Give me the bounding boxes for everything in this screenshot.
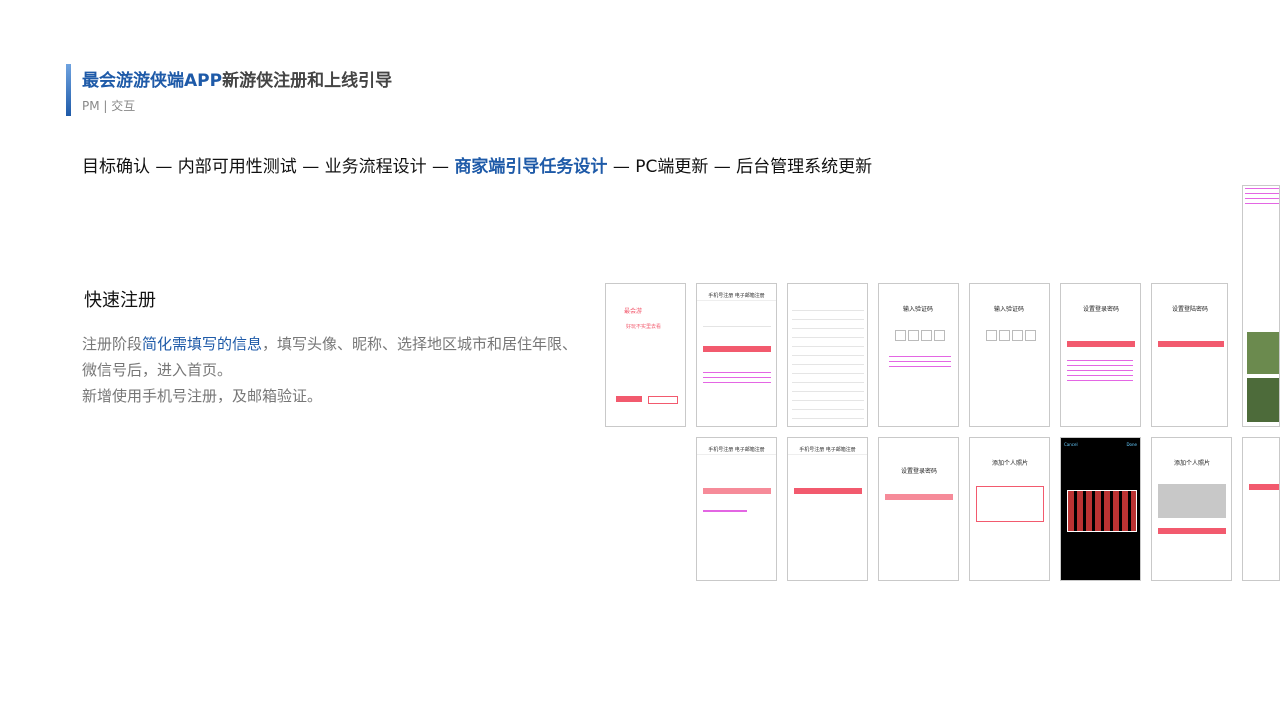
tab-phone[interactable]: 手机号注册 [799, 447, 824, 453]
divider [703, 326, 771, 327]
status-bar [1061, 284, 1140, 291]
nav-tabs: 手机号注册 电子邮箱注册 [697, 291, 776, 301]
crop-area[interactable] [1067, 490, 1137, 532]
setpwd-title: 设置登录密码 [1083, 306, 1120, 313]
screen-partial-right [1242, 185, 1280, 427]
tab-phone[interactable]: 手机号注册 [708, 293, 733, 299]
status-bar [970, 284, 1049, 291]
desc-part-3: 新增使用手机号注册，及邮箱验证。 [82, 387, 323, 405]
screen-email-register: 手机号注册 电子邮箱注册 [696, 437, 777, 581]
avatar-title: 添加个人照片 [992, 460, 1029, 467]
app-slogan: 好玩不实里去看 [626, 324, 662, 330]
screen-set-password-3: 设置登录密码 [878, 437, 959, 581]
section-title: 快速注册 [84, 290, 156, 311]
desc-part-1: 注册阶段 [82, 335, 143, 353]
setpwd-title: 设置登录密码 [901, 468, 938, 475]
tab-email[interactable]: 电子邮箱注册 [735, 293, 765, 299]
desc-highlight: 简化需填写的信息 [142, 335, 263, 353]
status-bar [697, 284, 776, 291]
photo-thumbnail [1247, 378, 1279, 422]
next-button[interactable] [703, 346, 771, 352]
status-bar [879, 284, 958, 291]
screen-set-password-1: 设置登录密码 [1060, 283, 1141, 427]
country-list [792, 302, 864, 422]
next-button[interactable] [885, 494, 953, 500]
status-bar [1152, 284, 1227, 291]
screen-welcome: 最会游 好玩不实里去看 [605, 283, 686, 427]
tab-email[interactable]: 电子邮箱注册 [826, 447, 856, 453]
annotation-note [889, 356, 951, 370]
app-logo: 最会游 [624, 308, 643, 315]
screen-add-photo: 添加个人照片 [969, 437, 1050, 581]
section-description: 注册阶段简化需填写的信息，填写头像、昵称、选择地区城市和居住年限、微信号后，进入… [82, 331, 582, 409]
annotation-note [1245, 188, 1279, 206]
screen-photo-preview: 添加个人照片 [1151, 437, 1232, 581]
page-title: 最会游游侠端APP新游侠注册和上线引导 [82, 66, 392, 91]
add-photo-box[interactable] [976, 486, 1044, 522]
confirm-button[interactable] [1067, 341, 1135, 347]
tab-phone[interactable]: 手机号注册 [708, 447, 733, 453]
done-link[interactable]: Done [1126, 442, 1137, 447]
status-bar [1152, 438, 1231, 445]
photo-thumbnail [1247, 332, 1279, 374]
screen-phone-register: 手机号注册 电子邮箱注册 [696, 283, 777, 427]
title-rest: 新游侠注册和上线引导 [222, 71, 393, 91]
login-button[interactable] [648, 396, 678, 404]
code-boxes[interactable] [895, 326, 947, 345]
register-button[interactable] [616, 396, 642, 402]
verify-title: 输入验证码 [903, 306, 934, 313]
avatar-title: 添加个人照片 [1174, 460, 1211, 467]
screen-partial-right-2 [1242, 437, 1280, 581]
process-flow: 目标确认 — 内部可用性测试 — 业务流程设计 — 商家端引导任务设计 — PC… [82, 152, 872, 177]
next-button[interactable] [703, 488, 771, 494]
nav-tabs: 手机号注册 电子邮箱注册 [697, 445, 776, 455]
status-bar [606, 284, 685, 291]
flow-steps-before: 目标确认 — 内部可用性测试 — 业务流程设计 — [82, 157, 455, 177]
code-boxes[interactable] [986, 326, 1038, 345]
next-button[interactable] [1249, 484, 1279, 490]
status-bar [788, 438, 867, 445]
screen-set-password-2: 设置登陆密码 [1151, 283, 1228, 427]
status-bar [970, 438, 1049, 445]
next-button[interactable] [794, 488, 862, 494]
screen-verify-code-1: 输入验证码 [878, 283, 959, 427]
next-button[interactable] [1158, 528, 1226, 534]
title-highlight: 最会游游侠端APP [82, 71, 223, 91]
annotation-note [703, 510, 747, 512]
setpwd-title-2: 设置登陆密码 [1172, 306, 1209, 313]
screen-photo-picker: Cancel Done [1060, 437, 1141, 581]
annotation-note [703, 372, 771, 386]
accent-bar [66, 64, 71, 116]
tab-email[interactable]: 电子邮箱注册 [735, 447, 765, 453]
nav-tabs: 手机号注册 电子邮箱注册 [788, 445, 867, 455]
status-bar [879, 438, 958, 445]
flow-steps-after: — PC端更新 — 后台管理系统更新 [607, 157, 873, 177]
status-bar [697, 438, 776, 445]
status-bar [788, 284, 867, 291]
page-subtitle: PM | 交互 [82, 99, 136, 113]
screen-country-list [787, 283, 868, 427]
screen-email-filled: 手机号注册 电子邮箱注册 [787, 437, 868, 581]
verify-title: 输入验证码 [994, 306, 1025, 313]
annotation-note [1067, 360, 1133, 384]
cancel-link[interactable]: Cancel [1064, 442, 1078, 447]
flow-step-current: 商家端引导任务设计 [454, 157, 608, 177]
confirm-button[interactable] [1158, 341, 1224, 347]
photo-preview [1158, 484, 1226, 518]
screen-verify-code-2: 输入验证码 [969, 283, 1050, 427]
